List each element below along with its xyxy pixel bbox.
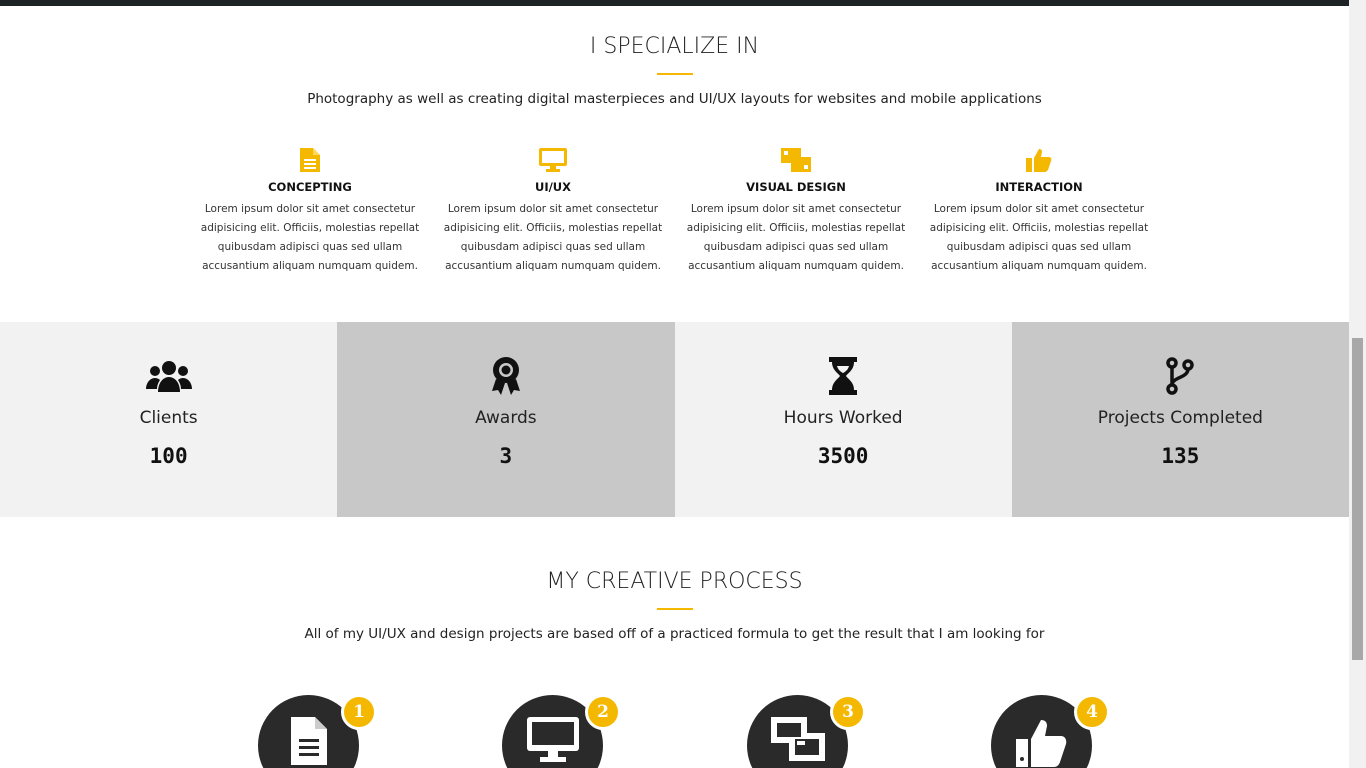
process-subtitle: All of my UI/UX and design projects are … <box>304 626 1045 642</box>
specialty-concepting: CONCEPTING Lorem ipsum dolor sit amet co… <box>194 146 426 276</box>
thumbs-up-icon <box>991 717 1092 767</box>
stat-label: Awards <box>475 408 537 428</box>
specialty-label: VISUAL DESIGN <box>746 180 846 194</box>
process-step-2: 2 <box>502 694 621 768</box>
stats-band: Clients 100 Awards 3 Hours Worked 3500 P… <box>0 322 1349 517</box>
file-text-icon <box>258 717 359 765</box>
desktop-icon <box>437 146 669 174</box>
process-step-3: 3 <box>747 694 866 768</box>
stat-projects-completed: Projects Completed 135 <box>1011 322 1349 517</box>
vertical-scrollbar[interactable] <box>1349 0 1366 768</box>
specialty-label: CONCEPTING <box>268 180 352 194</box>
desktop-icon <box>502 717 603 763</box>
process-title-underline <box>657 608 693 610</box>
process-title: MY CREATIVE PROCESS <box>546 569 803 594</box>
specialize-subtitle: Photography as well as creating digital … <box>307 91 1042 107</box>
specialty-description: Lorem ipsum dolor sit amet consectetur a… <box>443 203 663 272</box>
process-step-4: 4 <box>991 694 1110 768</box>
stat-label: Clients <box>139 408 198 428</box>
stat-label: Projects Completed <box>1097 408 1263 428</box>
specialize-title: I SPECIALIZE IN <box>589 34 760 59</box>
specialty-description: Lorem ipsum dolor sit amet consectetur a… <box>929 203 1149 272</box>
code-branch-icon <box>1012 356 1349 396</box>
stat-value: 3 <box>499 444 513 468</box>
stat-value: 135 <box>1161 444 1200 468</box>
hourglass-icon <box>675 356 1012 396</box>
specialty-label: INTERACTION <box>995 180 1083 194</box>
process-step-1: 1 <box>258 694 377 768</box>
stat-clients: Clients 100 <box>0 322 338 517</box>
specialty-description: Lorem ipsum dolor sit amet consectetur a… <box>686 203 906 272</box>
specialize-title-underline <box>657 73 693 75</box>
stat-label: Hours Worked <box>783 408 903 428</box>
step-number-badge: 1 <box>341 694 377 730</box>
step-number-badge: 4 <box>1074 694 1110 730</box>
step-number-badge: 3 <box>830 694 866 730</box>
scrollbar-thumb[interactable] <box>1352 338 1363 660</box>
stat-hours-worked: Hours Worked 3500 <box>674 322 1012 517</box>
specialty-uiux: UI/UX Lorem ipsum dolor sit amet consect… <box>437 146 669 276</box>
stat-awards: Awards 3 <box>337 322 675 517</box>
specialty-interaction: INTERACTION Lorem ipsum dolor sit amet c… <box>923 146 1155 276</box>
thumbs-up-icon <box>923 146 1155 174</box>
hero-bottom-edge <box>0 0 1349 6</box>
stat-value: 100 <box>149 444 188 468</box>
object-ungroup-icon <box>680 146 912 174</box>
specialty-description: Lorem ipsum dolor sit amet consectetur a… <box>200 203 420 272</box>
step-number-badge: 2 <box>585 694 621 730</box>
object-ungroup-icon <box>747 717 848 761</box>
specialty-label: UI/UX <box>534 180 572 194</box>
award-icon <box>337 356 674 396</box>
file-text-icon <box>194 146 426 174</box>
specialty-visual-design: VISUAL DESIGN Lorem ipsum dolor sit amet… <box>680 146 912 276</box>
users-icon <box>0 356 337 396</box>
stat-value: 3500 <box>817 444 869 468</box>
